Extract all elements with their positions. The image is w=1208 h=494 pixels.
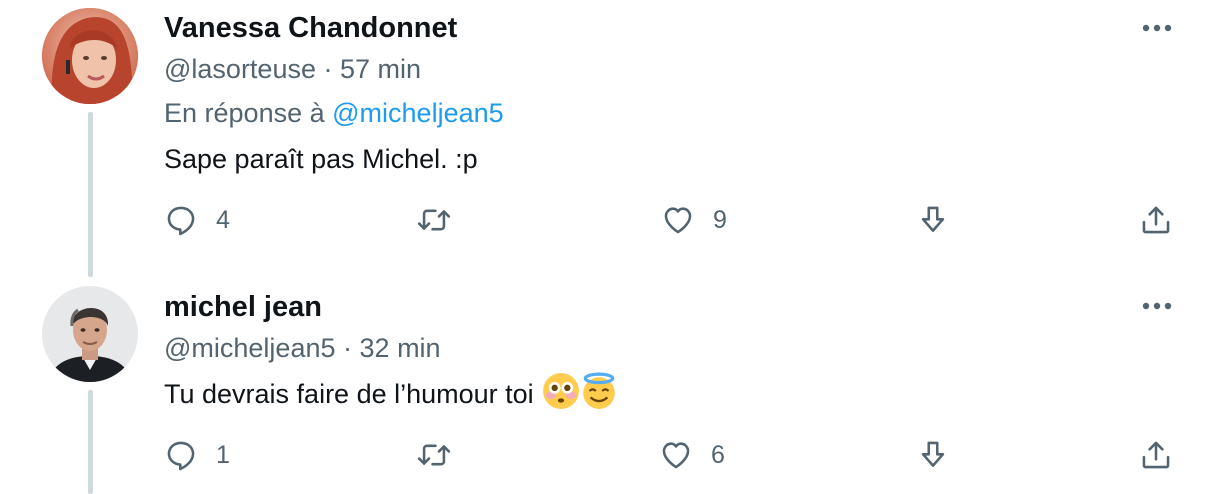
timestamp[interactable]: 32 min (360, 333, 441, 363)
author-name[interactable]: michel jean (164, 291, 322, 324)
meta-separator: · (323, 54, 333, 84)
like-button[interactable]: 9 (661, 203, 727, 237)
reply-handle-link[interactable]: @micheljean5 (332, 98, 504, 128)
more-options-button[interactable] (1137, 294, 1177, 318)
author-handle[interactable]: @lasorteuse (164, 54, 316, 84)
comment-bubble-icon (167, 206, 195, 236)
more-options-button[interactable] (1137, 16, 1177, 40)
like-button[interactable]: 6 (659, 438, 725, 472)
author-handle[interactable]: @micheljean5 (164, 333, 336, 363)
download-arrow-icon (921, 206, 945, 232)
tweet-meta: @micheljean5 · 32 min (164, 333, 441, 364)
reply-prefix: En réponse à (164, 98, 325, 128)
retweet-icon (417, 444, 451, 466)
tweet-text: Sape paraît pas Michel. :p (164, 144, 478, 174)
thread-line (88, 390, 93, 494)
like-count: 6 (711, 440, 725, 469)
download-arrow-icon (921, 441, 945, 467)
flushed-face-icon (542, 372, 580, 417)
comment-bubble-icon (167, 441, 195, 471)
meta-separator: · (343, 333, 353, 363)
reply-button[interactable]: 4 (164, 203, 230, 237)
tweet-body: Tu devrais faire de l’humour toi (164, 372, 618, 417)
download-button[interactable] (916, 438, 950, 472)
share-button[interactable] (1139, 203, 1173, 237)
more-dots-icon (1142, 302, 1172, 310)
replying-to: En réponse à @micheljean5 (164, 98, 504, 129)
share-button[interactable] (1139, 438, 1173, 472)
share-upload-icon (1142, 441, 1170, 469)
reply-count: 1 (216, 440, 230, 469)
download-button[interactable] (916, 203, 950, 237)
smiling-face-with-halo-icon (580, 372, 618, 417)
retweet-button[interactable] (415, 438, 453, 472)
share-upload-icon (1142, 206, 1170, 234)
reply-count: 4 (216, 205, 230, 234)
retweet-button[interactable] (415, 203, 453, 237)
more-dots-icon (1142, 24, 1172, 32)
heart-icon (664, 207, 692, 234)
tweet-meta: @lasorteuse · 57 min (164, 54, 421, 85)
timestamp[interactable]: 57 min (340, 54, 421, 84)
heart-icon (662, 442, 690, 469)
thread-line (88, 112, 93, 277)
retweet-icon (417, 209, 451, 231)
avatar[interactable] (42, 8, 138, 104)
like-count: 9 (713, 205, 727, 234)
author-name[interactable]: Vanessa Chandonnet (164, 12, 457, 45)
tweet-text: Tu devrais faire de l’humour toi (164, 379, 534, 409)
reply-button[interactable]: 1 (164, 438, 230, 472)
avatar[interactable] (42, 286, 138, 382)
